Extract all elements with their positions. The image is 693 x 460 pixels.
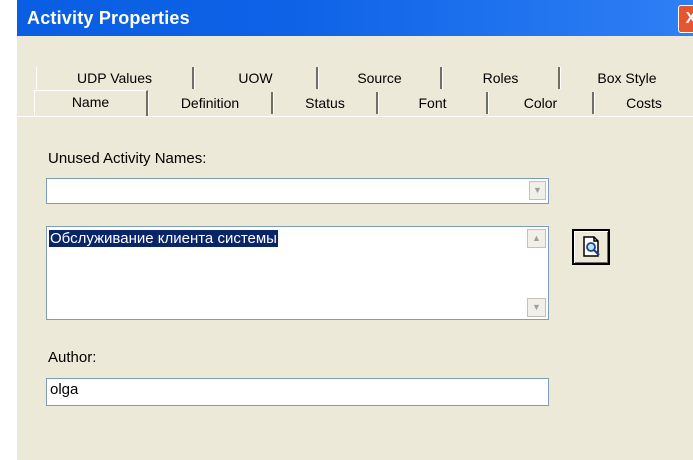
tab-udp-values[interactable]: UDP Values — [36, 67, 194, 89]
tab-font[interactable]: Font — [378, 92, 488, 114]
tab-source[interactable]: Source — [318, 67, 442, 89]
browse-button[interactable] — [572, 229, 610, 265]
tab-costs[interactable]: Costs — [594, 92, 693, 114]
tab-name[interactable]: Name — [34, 90, 148, 116]
author-input[interactable]: olga — [46, 378, 549, 406]
magnifier-document-icon — [583, 236, 600, 257]
tab-color[interactable]: Color — [488, 92, 594, 114]
tab-roles[interactable]: Roles — [442, 67, 560, 89]
activity-name-textarea[interactable]: Обслуживание клиента системы ▲ ▼ — [46, 226, 549, 320]
window-title: Activity Properties — [27, 8, 190, 28]
author-value: olga — [50, 381, 79, 398]
activity-name-text: Обслуживание клиента системы — [49, 230, 278, 247]
unused-names-label: Unused Activity Names: — [48, 150, 207, 167]
chevron-down-icon[interactable]: ▼ — [527, 298, 546, 317]
tab-definition[interactable]: Definition — [148, 92, 273, 114]
tab-box-style[interactable]: Box Style — [560, 67, 693, 89]
chevron-down-icon[interactable]: ▼ — [529, 181, 546, 200]
unused-names-dropdown[interactable]: ▼ — [46, 178, 549, 204]
author-label: Author: — [48, 349, 97, 366]
activity-properties-dialog: Activity Properties X UDP Values UOW Sou… — [0, 0, 693, 460]
chevron-up-icon[interactable]: ▲ — [527, 229, 546, 248]
title-bar[interactable]: Activity Properties — [17, 0, 693, 36]
tab-status[interactable]: Status — [273, 92, 378, 114]
close-button[interactable]: X — [678, 5, 693, 33]
tab-uow[interactable]: UOW — [194, 67, 318, 89]
